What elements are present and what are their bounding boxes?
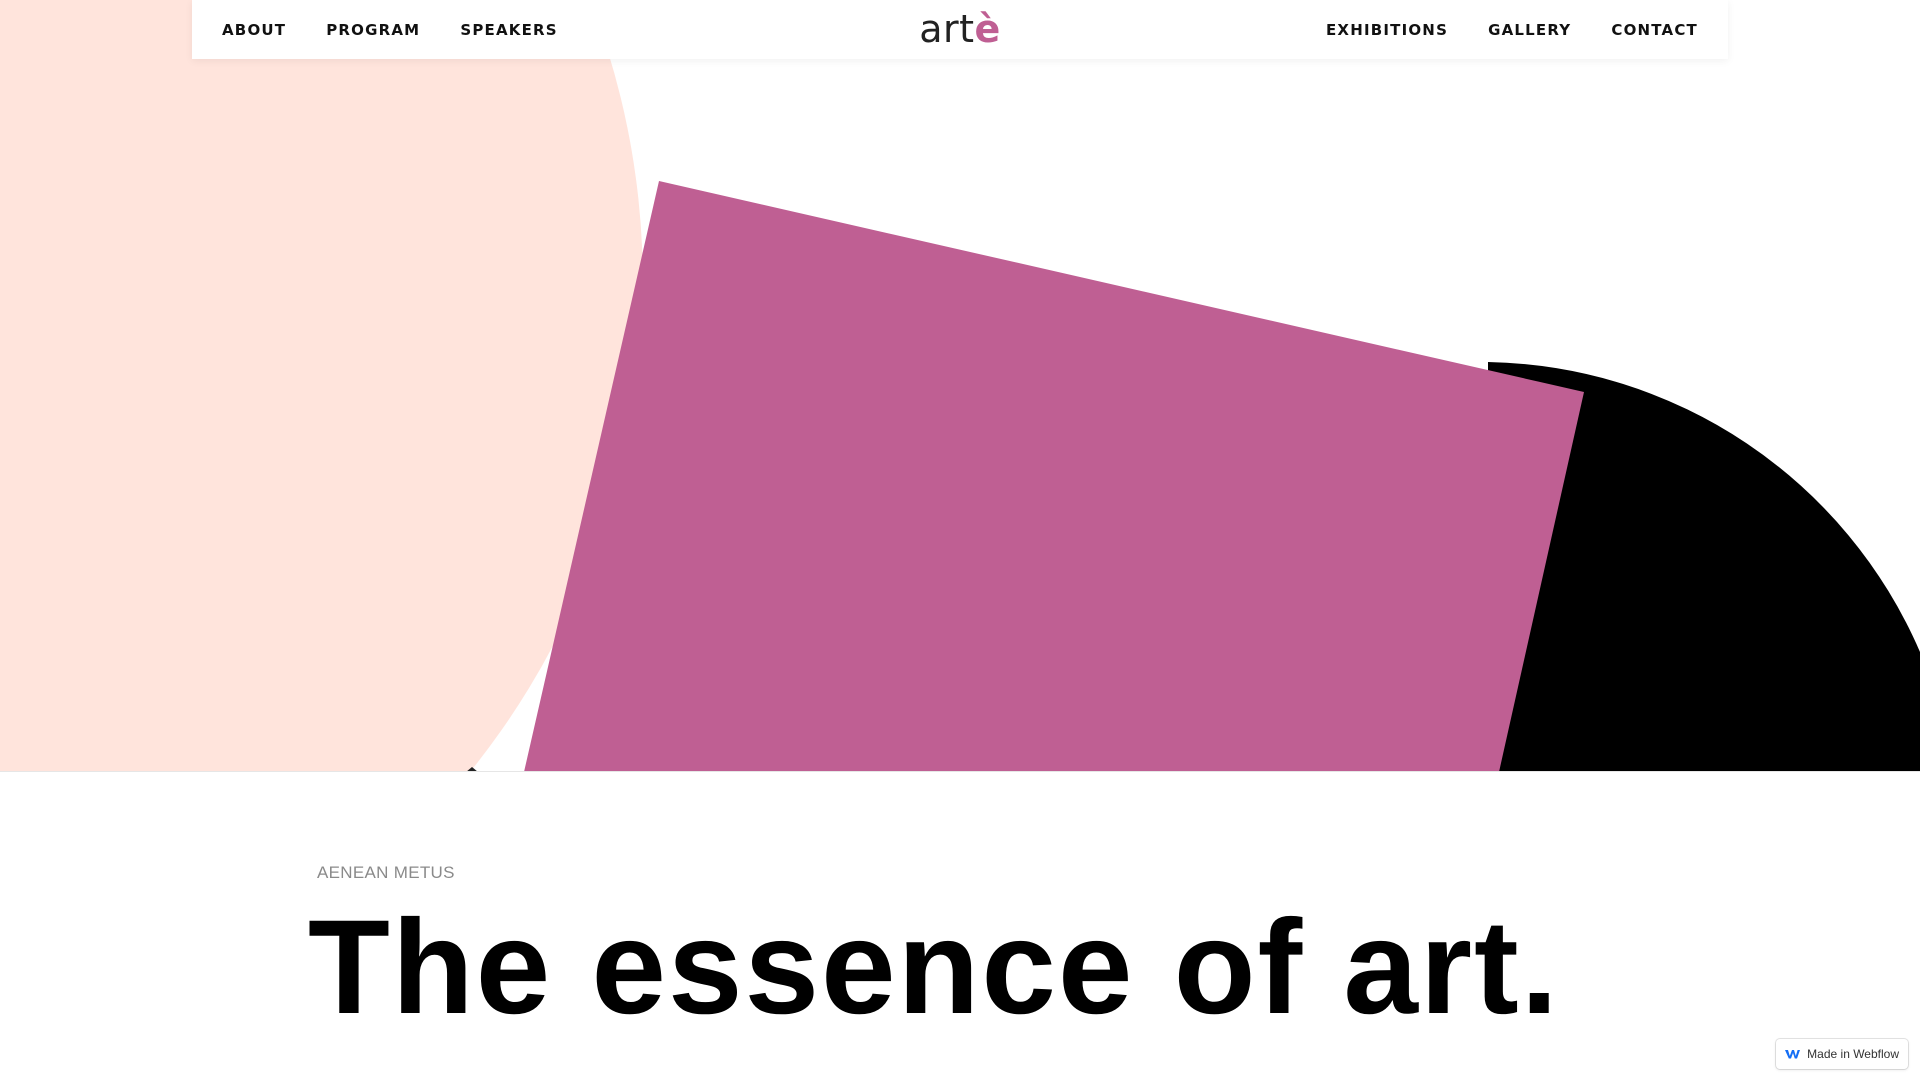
nav-right-group: EXHIBITIONS GALLERY CONTACT — [1326, 21, 1698, 39]
nav-link-speakers[interactable]: SPEAKERS — [460, 21, 557, 39]
logo-accent-letter: è — [974, 7, 1001, 51]
nav-link-contact[interactable]: CONTACT — [1611, 21, 1698, 39]
webflow-badge-label: Made in Webflow — [1807, 1047, 1899, 1061]
hero-shapes — [0, 0, 1920, 772]
nav-link-about[interactable]: ABOUT — [222, 21, 286, 39]
hero-artwork — [0, 0, 1920, 772]
logo-text: art — [919, 7, 975, 51]
nav-link-gallery[interactable]: GALLERY — [1488, 21, 1571, 39]
section-eyebrow: AENEAN METUS — [317, 863, 455, 882]
made-in-webflow-badge[interactable]: Made in Webflow — [1776, 1039, 1908, 1069]
hero-divider — [0, 771, 1920, 772]
nav-link-exhibitions[interactable]: EXHIBITIONS — [1326, 21, 1448, 39]
top-navbar: ABOUT PROGRAM SPEAKERS artè EXHIBITIONS … — [192, 0, 1728, 59]
webflow-logo-icon — [1785, 1049, 1801, 1059]
brand-logo[interactable]: artè — [919, 6, 1001, 52]
magenta-square-shape — [524, 181, 1584, 772]
nav-left-group: ABOUT PROGRAM SPEAKERS — [222, 21, 558, 39]
page-headline: The essence of art. — [308, 893, 1560, 1042]
nav-link-program[interactable]: PROGRAM — [326, 21, 420, 39]
intro-section: AENEAN METUS The essence of art. — [0, 773, 1920, 1080]
peach-circle-shape — [0, 0, 643, 772]
